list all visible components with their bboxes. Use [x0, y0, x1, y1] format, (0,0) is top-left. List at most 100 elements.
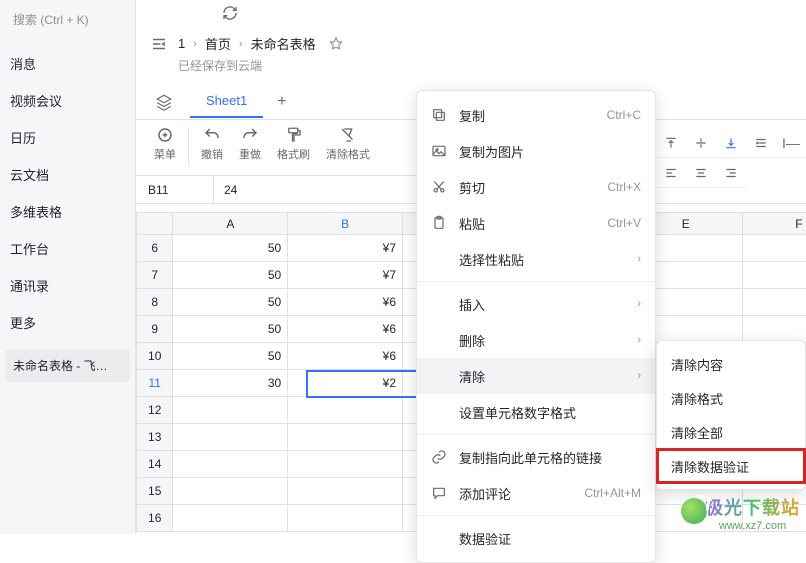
row-header[interactable]: 6	[137, 235, 173, 262]
cell[interactable]: 50	[173, 316, 288, 343]
sidebar-item-video[interactable]: 视频会议	[0, 82, 135, 119]
ctx-data-validation[interactable]: 数据验证	[417, 520, 655, 556]
link-icon	[431, 449, 447, 465]
cell[interactable]: ¥6	[288, 289, 403, 316]
ctx-clear[interactable]: 清除›	[417, 358, 655, 394]
breadcrumb-home[interactable]: 首页	[205, 34, 231, 53]
watermark-url: www.xz7.com	[719, 520, 786, 532]
sub-clear-content[interactable]: 清除内容	[657, 347, 805, 381]
align-left-icon[interactable]	[656, 158, 686, 188]
ctx-copy-as-pic[interactable]: 复制为图片	[417, 133, 655, 169]
breadcrumb-number: 1	[178, 36, 185, 51]
cell[interactable]	[742, 316, 806, 343]
valign-bottom-icon[interactable]	[716, 128, 746, 158]
cell[interactable]: 50	[173, 235, 288, 262]
redo-button[interactable]: 重做	[231, 126, 269, 162]
cell[interactable]	[173, 451, 288, 478]
sub-clear-format[interactable]: 清除格式	[657, 381, 805, 415]
valign-mid-icon[interactable]	[686, 128, 716, 158]
row-header[interactable]: 10	[137, 343, 173, 370]
refresh-icon[interactable]	[222, 5, 238, 21]
col-header[interactable]: F	[742, 213, 806, 235]
cell[interactable]: ¥7	[288, 235, 403, 262]
sidebar-item-more[interactable]: 更多	[0, 304, 135, 341]
row-header[interactable]: 9	[137, 316, 173, 343]
undo-label: 撤销	[201, 146, 223, 162]
ctx-copy[interactable]: 复制Ctrl+C	[417, 97, 655, 133]
clear-format-button[interactable]: 清除格式	[318, 126, 378, 162]
align-right-icon[interactable]	[716, 158, 746, 188]
cell[interactable]: 50	[173, 343, 288, 370]
cell[interactable]	[173, 505, 288, 532]
cell[interactable]	[742, 262, 806, 289]
cell[interactable]: ¥2	[288, 370, 403, 397]
star-icon[interactable]	[328, 36, 344, 52]
align-center-icon[interactable]	[686, 158, 716, 188]
name-box[interactable]: B11	[136, 176, 214, 203]
layers-icon[interactable]	[150, 88, 178, 116]
row-header[interactable]: 13	[137, 424, 173, 451]
ctx-insert[interactable]: 插入›	[417, 286, 655, 322]
saved-status: 已经保存到云端	[136, 55, 806, 84]
cell[interactable]	[742, 289, 806, 316]
sidebar-item-messages[interactable]: 消息	[0, 45, 135, 82]
col-header[interactable]: A	[173, 213, 288, 235]
add-tab-button[interactable]: +	[263, 85, 300, 119]
cell[interactable]	[742, 235, 806, 262]
sidebar-item-bitable[interactable]: 多维表格	[0, 193, 135, 230]
clear-format-label: 清除格式	[326, 146, 370, 162]
row-header[interactable]: 7	[137, 262, 173, 289]
menu-button[interactable]: 菜单	[146, 126, 184, 162]
redo-label: 重做	[239, 146, 261, 162]
valign-top-icon[interactable]	[656, 128, 686, 158]
sub-clear-data-validation[interactable]: 清除数据验证	[657, 449, 805, 483]
column-icon[interactable]: I—	[776, 128, 806, 158]
format-painter-button[interactable]: 格式刷	[269, 126, 318, 162]
sidebar-item-cloud-docs[interactable]: 云文档	[0, 156, 135, 193]
sidebar-item-calendar[interactable]: 日历	[0, 119, 135, 156]
breadcrumb-sep: ›	[239, 38, 243, 50]
cell[interactable]	[288, 397, 403, 424]
cell[interactable]	[173, 397, 288, 424]
cell[interactable]: 50	[173, 262, 288, 289]
sub-clear-all[interactable]: 清除全部	[657, 415, 805, 449]
corner-cell[interactable]	[137, 213, 173, 235]
page-title[interactable]: 未命名表格	[251, 34, 316, 53]
cell[interactable]	[173, 424, 288, 451]
ctx-paste-special[interactable]: 选择性粘贴›	[417, 241, 655, 277]
search-input[interactable]: 搜索 (Ctrl + K)	[6, 6, 129, 33]
cell[interactable]	[288, 451, 403, 478]
collapse-icon[interactable]	[150, 35, 168, 53]
ctx-add-comment[interactable]: 添加评论Ctrl+Alt+M	[417, 475, 655, 511]
indent-icon[interactable]	[746, 128, 776, 158]
format-painter-label: 格式刷	[277, 146, 310, 162]
ctx-paste[interactable]: 粘贴Ctrl+V	[417, 205, 655, 241]
cell[interactable]: 50	[173, 289, 288, 316]
cell[interactable]	[173, 478, 288, 505]
cell[interactable]	[288, 505, 403, 532]
row-header[interactable]: 11	[137, 370, 173, 397]
cell[interactable]: 30	[173, 370, 288, 397]
ctx-copy-cell-link[interactable]: 复制指向此单元格的链接	[417, 439, 655, 475]
row-header[interactable]: 12	[137, 397, 173, 424]
ctx-set-number-format[interactable]: 设置单元格数字格式	[417, 394, 655, 430]
cell[interactable]	[288, 424, 403, 451]
cell[interactable]: ¥6	[288, 316, 403, 343]
sidebar-open-tab[interactable]: 未命名表格 - 飞…	[5, 349, 130, 382]
breadcrumb: 1 › 首页 › 未命名表格	[178, 34, 344, 53]
undo-button[interactable]: 撤销	[193, 126, 231, 162]
row-header[interactable]: 8	[137, 289, 173, 316]
sidebar-item-contacts[interactable]: 通讯录	[0, 267, 135, 304]
cell[interactable]	[288, 478, 403, 505]
menu-label: 菜单	[154, 146, 176, 162]
tab-sheet1[interactable]: Sheet1	[190, 85, 263, 118]
cell[interactable]: ¥7	[288, 262, 403, 289]
row-header[interactable]: 16	[137, 505, 173, 532]
row-header[interactable]: 14	[137, 451, 173, 478]
row-header[interactable]: 15	[137, 478, 173, 505]
cell[interactable]: ¥6	[288, 343, 403, 370]
sidebar-item-workbench[interactable]: 工作台	[0, 230, 135, 267]
ctx-delete[interactable]: 删除›	[417, 322, 655, 358]
ctx-cut[interactable]: 剪切Ctrl+X	[417, 169, 655, 205]
col-header[interactable]: B	[288, 213, 403, 235]
